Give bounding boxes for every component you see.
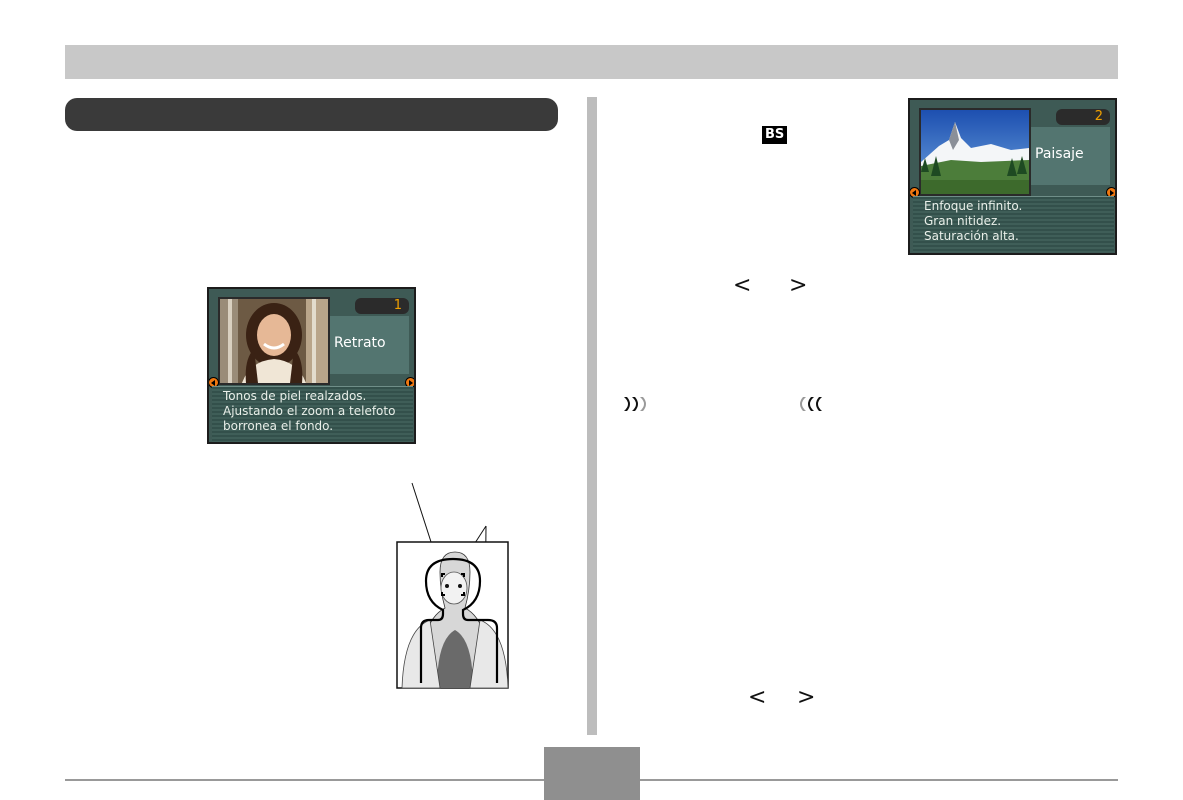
scene-name: Paisaje <box>1035 146 1084 162</box>
landscape-scene-screen: 2 Paisaje Enfoque infinito. Gran nitidez… <box>908 98 1117 255</box>
description-line-1: Enfoque infinito. <box>924 199 1023 213</box>
important-end-icon <box>800 397 822 411</box>
scene-name-panel: Paisaje <box>1031 127 1110 185</box>
description-line-2: Gran nitidez. <box>924 214 1002 228</box>
scene-description: Tonos de piel realzados. Ajustando el zo… <box>212 386 413 442</box>
left-arrow-icon: < <box>748 685 767 710</box>
scene-number-badge: 1 <box>355 298 409 314</box>
column-divider <box>587 97 597 735</box>
left-arrow-icon: < <box>733 273 752 298</box>
portrait-photo-image <box>220 299 328 383</box>
scene-number-badge: 2 <box>1056 109 1110 125</box>
right-arrow-icon: > <box>797 685 816 710</box>
description-line-3: borronea el fondo. <box>223 419 334 433</box>
description-line-1: Tonos de piel realzados. <box>223 389 367 403</box>
description-line-3: Saturación alta. <box>924 229 1019 243</box>
portrait-composition-diagram <box>396 482 509 689</box>
scene-name-panel: Retrato <box>330 316 409 374</box>
right-arrow-icon: > <box>789 273 808 298</box>
description-line-2: Ajustando el zoom a telefoto <box>223 404 396 418</box>
portrait-thumbnail <box>218 297 330 385</box>
section-heading-bar <box>65 98 558 131</box>
portrait-scene-screen: 1 Retrato Tonos de piel realzados. Ajust… <box>207 287 416 444</box>
scene-name: Retrato <box>334 335 386 351</box>
bs-mode-icon: BS <box>762 126 788 144</box>
page-header-bar <box>65 45 1118 79</box>
important-start-icon <box>624 397 646 411</box>
scene-description: Enfoque infinito. Gran nitidez. Saturaci… <box>913 196 1114 252</box>
landscape-thumbnail <box>919 108 1031 196</box>
page-number-block <box>544 747 640 800</box>
landscape-photo-image <box>921 110 1029 194</box>
